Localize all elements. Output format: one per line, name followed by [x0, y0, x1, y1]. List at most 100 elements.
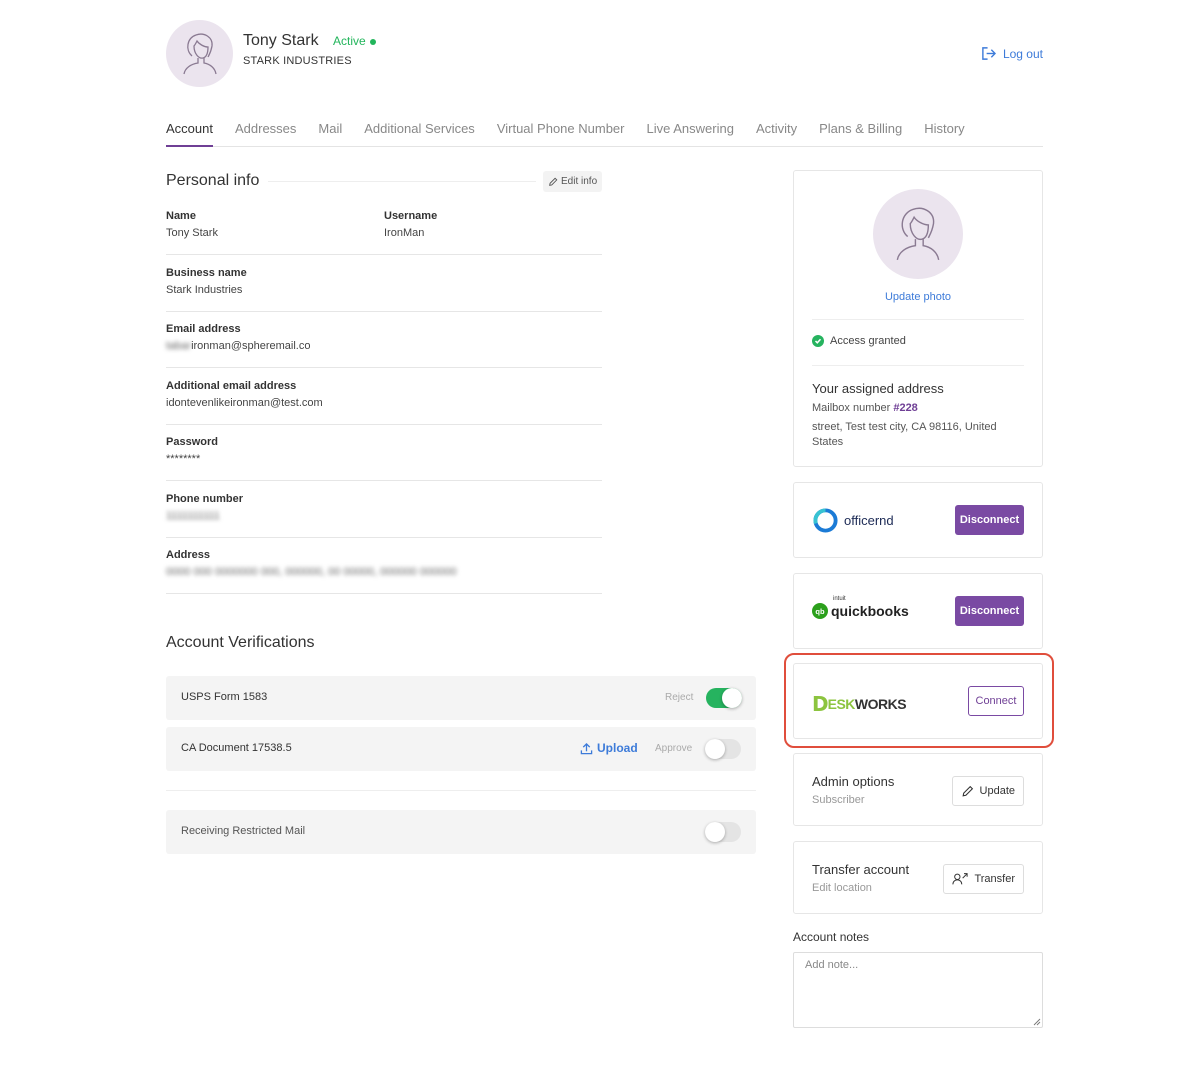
intuit-text: intuit	[833, 596, 846, 602]
edit-info-button[interactable]: Edit info	[543, 171, 603, 192]
divider	[268, 181, 536, 182]
phone-value-redacted: 1111111111	[166, 510, 220, 522]
business-value: Stark Industries	[166, 284, 243, 296]
additional-email-label: Additional email address	[166, 380, 297, 392]
update-label: Update	[979, 785, 1015, 797]
logout-icon	[982, 47, 996, 60]
upload-button[interactable]: Upload	[580, 741, 638, 755]
tab-account[interactable]: Account	[166, 119, 213, 147]
quickbooks-integration-card: qb intuit quickbooks Disconnect	[793, 573, 1043, 649]
toggle-knob	[705, 822, 725, 842]
usps-form-label: USPS Form 1583	[181, 691, 268, 703]
divider	[812, 319, 1024, 320]
company-name: STARK INDUSTRIES	[243, 55, 352, 67]
restricted-mail-toggle[interactable]	[705, 822, 741, 842]
profile-card: Update photo Access granted Your assigne…	[793, 170, 1043, 467]
officernd-disconnect-button[interactable]: Disconnect	[955, 505, 1024, 535]
officernd-integration-card: officernd Disconnect	[793, 482, 1043, 558]
deskworks-logo-d: D	[812, 692, 829, 716]
toggle-knob	[705, 739, 725, 759]
quickbooks-wordmark: intuit quickbooks	[831, 596, 909, 619]
update-photo-link[interactable]: Update photo	[794, 291, 1042, 303]
verifications-title: Account Verifications	[166, 634, 315, 651]
mailbox-number-value: #228	[893, 402, 918, 414]
transfer-account-card: Transfer account Edit location Transfer	[793, 841, 1043, 914]
logout-button[interactable]: Log out	[981, 46, 1043, 61]
email-label: Email address	[166, 323, 241, 335]
tab-virtual-phone-number[interactable]: Virtual Phone Number	[497, 119, 625, 147]
phone-field: Phone number 1111111111	[166, 493, 602, 538]
account-notes-label: Account notes	[793, 930, 870, 944]
address-label: Address	[166, 549, 211, 561]
name-value: Tony Stark	[166, 227, 218, 239]
assigned-address-title: Your assigned address	[812, 381, 944, 396]
tab-activity[interactable]: Activity	[756, 119, 797, 147]
pencil-icon	[549, 177, 558, 186]
toggle-knob	[722, 688, 742, 708]
name-label: Name	[166, 210, 196, 222]
pencil-icon	[961, 785, 973, 797]
user-name: Tony Stark	[243, 32, 319, 49]
ca-document-row: CA Document 17538.5 Upload Approve	[166, 727, 756, 771]
approve-label[interactable]: Approve	[655, 743, 692, 754]
deskworks-connect-button[interactable]: Connect	[968, 686, 1024, 716]
tab-addresses[interactable]: Addresses	[235, 119, 296, 147]
tab-live-answering[interactable]: Live Answering	[646, 119, 733, 147]
personal-info-title: Personal info	[166, 172, 260, 189]
business-field: Business name Stark Industries	[166, 267, 602, 312]
tab-history[interactable]: History	[924, 119, 964, 147]
additional-email-value: idontevenlikeironman@test.com	[166, 397, 323, 409]
restricted-mail-row: Receiving Restricted Mail	[166, 810, 756, 854]
tab-bar: Account Addresses Mail Additional Servic…	[166, 119, 1043, 147]
username-label: Username	[384, 210, 438, 222]
usps-form-row: USPS Form 1583 Reject	[166, 676, 756, 720]
reject-label[interactable]: Reject	[665, 692, 693, 703]
resize-handle-icon[interactable]	[1033, 1018, 1041, 1026]
upload-icon	[580, 742, 593, 754]
transfer-label: Transfer	[974, 873, 1015, 885]
officernd-logo: officernd	[812, 505, 894, 535]
transfer-subtitle: Edit location	[812, 882, 872, 894]
access-text: Access granted	[830, 335, 906, 347]
tab-additional-services[interactable]: Additional Services	[364, 119, 475, 147]
transfer-button[interactable]: Transfer	[943, 864, 1024, 894]
ca-document-toggle[interactable]	[705, 739, 741, 759]
check-icon	[812, 335, 824, 347]
business-label: Business name	[166, 267, 247, 279]
status-badge: Active	[333, 34, 376, 48]
tab-mail[interactable]: Mail	[318, 119, 342, 147]
status-dot-icon	[369, 38, 376, 45]
quickbooks-icon: qb	[812, 603, 828, 619]
deskworks-logo: D ESK WORKS	[812, 689, 907, 719]
redacted-text: tabar	[166, 340, 192, 352]
admin-options-card: Admin options Subscriber Update	[793, 753, 1043, 826]
quickbooks-text: quickbooks	[831, 603, 909, 619]
mailbox-number: Mailbox number #228	[812, 402, 918, 414]
profile-photo	[873, 189, 963, 279]
deskworks-logo-esk: ESK	[827, 696, 856, 712]
name-row: Name Tony Stark Username IronMan	[166, 210, 602, 255]
edit-info-label: Edit info	[561, 176, 598, 187]
address-value-redacted: 0000 000 0000000 000, 000000, 00 00000, …	[166, 566, 457, 578]
deskworks-integration-card: D ESK WORKS Connect	[793, 663, 1043, 739]
user-transfer-icon	[952, 873, 969, 885]
usps-form-toggle[interactable]	[706, 688, 742, 708]
user-silhouette-icon	[182, 33, 217, 74]
password-label: Password	[166, 436, 218, 448]
update-button[interactable]: Update	[951, 776, 1024, 806]
quickbooks-disconnect-button[interactable]: Disconnect	[955, 596, 1024, 626]
restricted-mail-label: Receiving Restricted Mail	[181, 825, 306, 837]
account-notes-textarea[interactable]	[793, 952, 1043, 1028]
address-field: Address 0000 000 0000000 000, 000000, 00…	[166, 549, 602, 594]
tab-plans-billing[interactable]: Plans & Billing	[819, 119, 902, 147]
password-value: ********	[166, 453, 201, 465]
username-value: IronMan	[384, 227, 425, 239]
ca-document-label: CA Document 17538.5	[181, 742, 292, 754]
officernd-ring-icon	[813, 507, 838, 533]
password-field: Password ********	[166, 436, 602, 481]
assigned-address: street, Test test city, CA 98116, United…	[812, 421, 997, 448]
profile-header: Tony Stark Active STARK INDUSTRIES Log o…	[166, 20, 1043, 90]
email-field: Email address tabarironman@spheremail.co	[166, 323, 602, 368]
user-silhouette-icon	[896, 207, 940, 261]
svg-text:qb: qb	[815, 607, 825, 616]
